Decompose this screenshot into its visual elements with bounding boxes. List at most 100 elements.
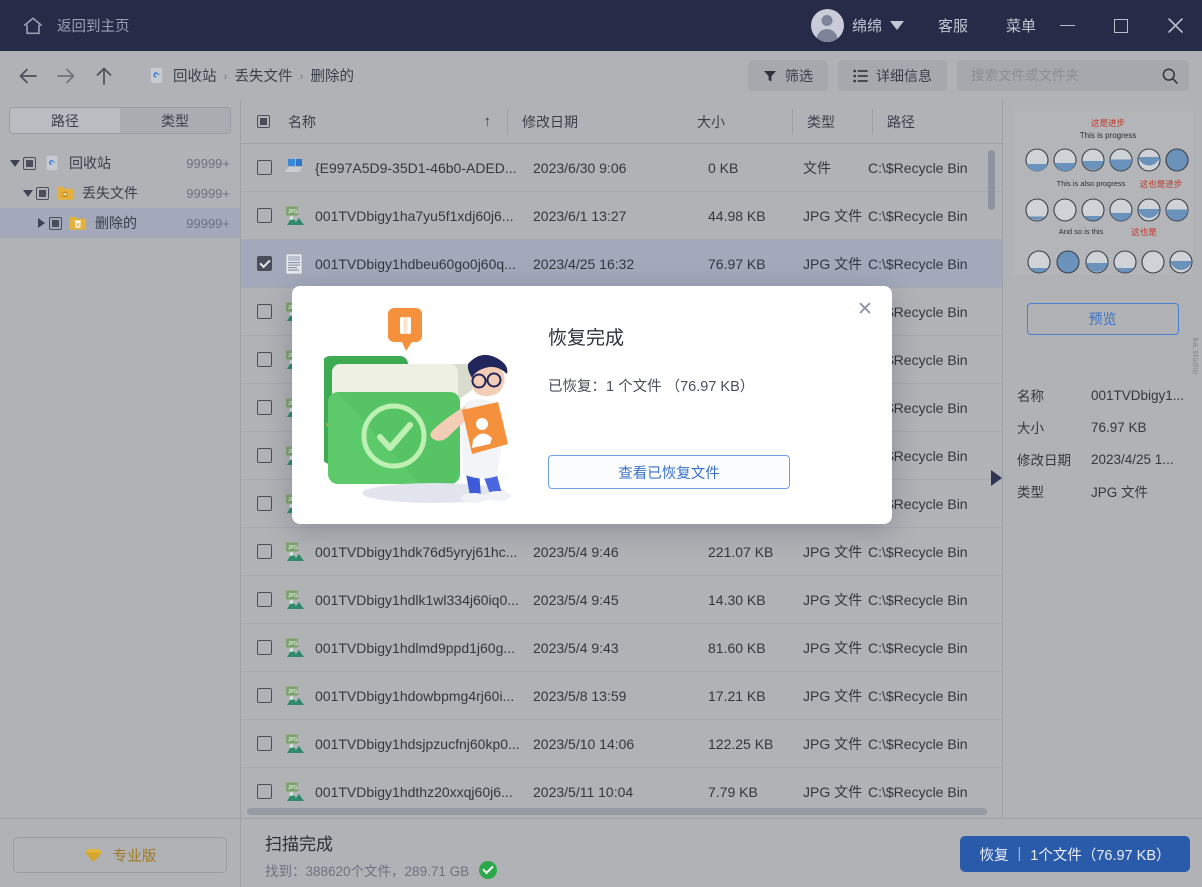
filter-button[interactable]: 筛选 — [748, 60, 828, 91]
user-menu[interactable]: 绵绵 — [811, 9, 904, 42]
table-row[interactable]: JPG001TVDbigy1ha7yu5f1xdj60j6...2023/6/1… — [241, 192, 1002, 240]
cell-type: JPG 文件 — [803, 686, 868, 706]
user-name-label: 绵绵 — [852, 15, 882, 36]
panel-collapse-button[interactable] — [991, 470, 1002, 486]
search-icon[interactable] — [1161, 67, 1179, 85]
row-checkbox[interactable] — [257, 352, 272, 367]
nav-forward-button[interactable] — [47, 57, 85, 95]
dialog-close-button[interactable]: ✕ — [854, 298, 876, 320]
column-header-size[interactable]: 大小 — [697, 112, 792, 132]
row-checkbox[interactable] — [257, 448, 272, 463]
maximize-button[interactable] — [1094, 0, 1148, 51]
windows-file-icon — [283, 157, 305, 179]
table-row[interactable]: {E997A5D9-35D1-46b0-ADED...2023/6/30 9:0… — [241, 144, 1002, 192]
metadata-key: 大小 — [1017, 417, 1091, 437]
vertical-scrollbar-thumb[interactable] — [988, 150, 995, 210]
tree-checkbox[interactable] — [23, 157, 36, 170]
row-checkbox[interactable] — [257, 544, 272, 559]
row-checkbox[interactable] — [257, 688, 272, 703]
table-row[interactable]: JPG001TVDbigy1hdowbpmg4rj60i...2023/5/8 … — [241, 672, 1002, 720]
sidebar-item-deleted[interactable]: 删除的 99999+ — [0, 208, 240, 238]
arrow-up-icon — [95, 66, 113, 86]
cell-type: JPG 文件 — [803, 638, 868, 658]
scan-status-subtitle: 找到：388620个文件，289.71 GB — [265, 860, 497, 880]
table-row[interactable]: 001TVDbigy1hdbeu60go0j60q...2023/4/25 16… — [241, 240, 1002, 288]
row-checkbox[interactable] — [257, 304, 272, 319]
column-header-type[interactable]: 类型 — [807, 112, 872, 132]
pro-version-button[interactable]: 专业版 — [13, 837, 227, 873]
thumb-line3-en: And so is this — [1058, 227, 1103, 236]
table-row[interactable]: JPG001TVDbigy1hdlk1wl334j60iq0...2023/5/… — [241, 576, 1002, 624]
breadcrumb-item-2[interactable]: 删除的 — [311, 65, 355, 86]
nav-back-button[interactable] — [9, 57, 47, 95]
column-header-name[interactable]: 名称 ↑ — [257, 112, 507, 132]
cell-size: 44.98 KB — [708, 208, 803, 224]
cell-size: 76.97 KB — [708, 256, 803, 272]
cell-path: C:\$Recycle Bin — [868, 592, 1002, 608]
title-bar-right: 绵绵 客服 菜单 — [811, 0, 1202, 51]
breadcrumb-item-1[interactable]: 丢失文件 — [235, 65, 293, 86]
horizontal-scrollbar-thumb[interactable] — [247, 808, 987, 815]
row-checkbox[interactable] — [257, 592, 272, 607]
svg-text:JPG: JPG — [288, 641, 298, 647]
nav-up-button[interactable] — [85, 57, 123, 95]
minimize-icon — [1060, 25, 1075, 27]
row-checkbox[interactable] — [257, 736, 272, 751]
twisty-collapsed-icon[interactable] — [33, 218, 49, 228]
row-checkbox[interactable] — [257, 640, 272, 655]
recover-button[interactable]: 恢复 | 1个文件（76.97 KB） — [960, 836, 1190, 872]
row-checkbox[interactable] — [257, 208, 272, 223]
preview-thumbnail[interactable]: 这是进步 This is progress This is also progr… — [1013, 110, 1193, 275]
twisty-expanded-icon[interactable] — [20, 190, 36, 197]
minimize-button[interactable] — [1040, 0, 1094, 51]
menu-button[interactable]: 菜单 — [1002, 9, 1040, 42]
sidebar-item-recycle-bin[interactable]: 回收站 99999+ — [0, 148, 240, 178]
thumb-line1-red: 这是进步 — [1090, 118, 1124, 128]
cell-type: JPG 文件 — [803, 254, 868, 274]
back-to-home-button[interactable]: 返回到主页 — [16, 11, 136, 41]
image-file-icon: JPG — [283, 205, 305, 227]
tree-checkbox[interactable] — [36, 187, 49, 200]
sort-ascending-icon[interactable]: ↑ — [484, 113, 492, 130]
cell-path: C:\$Recycle Bin — [868, 544, 1002, 560]
row-checkbox[interactable] — [257, 784, 272, 799]
sidebar-item-lost-files[interactable]: 丢失文件 99999+ — [0, 178, 240, 208]
table-row[interactable]: JPG001TVDbigy1hdk76d5yryj61hc...2023/5/4… — [241, 528, 1002, 576]
breadcrumb-item-0[interactable]: 回收站 — [173, 65, 217, 86]
cell-date: 2023/6/1 13:27 — [533, 208, 708, 224]
tab-type[interactable]: 类型 — [120, 108, 230, 133]
support-button[interactable]: 客服 — [934, 9, 972, 42]
table-row[interactable]: JPG001TVDbigy1hdlmd9ppd1j60g...2023/5/4 … — [241, 624, 1002, 672]
app-window: 返回到主页 绵绵 客服 菜单 — [0, 0, 1202, 887]
tree-checkbox[interactable] — [49, 217, 62, 230]
table-row[interactable]: JPG001TVDbigy1hdsjpzucfnj60kp0...2023/5/… — [241, 720, 1002, 768]
status-bar: 专业版 扫描完成 找到：388620个文件，289.71 GB 恢复 | 1个文… — [0, 818, 1202, 887]
metadata-value: 001TVDbigy1... — [1091, 388, 1184, 403]
search-input[interactable] — [971, 68, 1161, 83]
header-divider — [792, 109, 793, 135]
folder-success-illustration — [324, 306, 519, 506]
column-header-date[interactable]: 修改日期 — [522, 112, 697, 132]
close-button[interactable] — [1148, 0, 1202, 51]
image-file-icon: JPG — [283, 541, 305, 563]
preview-button[interactable]: 预览 — [1027, 303, 1179, 335]
column-label-name: 名称 — [288, 112, 316, 132]
twisty-expanded-icon[interactable] — [7, 160, 23, 167]
details-button[interactable]: 详细信息 — [838, 60, 947, 91]
row-checkbox[interactable] — [257, 160, 272, 175]
row-checkbox[interactable] — [257, 256, 272, 271]
recovery-complete-dialog: ✕ — [292, 286, 892, 524]
select-all-checkbox[interactable] — [257, 115, 270, 128]
table-row[interactable]: JPG001TVDbigy1hdthz20xxqj60j6...2023/5/1… — [241, 768, 1002, 807]
sidebar-item-count: 99999+ — [186, 186, 230, 201]
column-header-path[interactable]: 路径 — [887, 112, 1002, 132]
metadata-key: 类型 — [1017, 481, 1091, 501]
cell-name: 001TVDbigy1hdlk1wl334j60iq0... — [315, 592, 533, 608]
row-checkbox[interactable] — [257, 496, 272, 511]
tab-path[interactable]: 路径 — [10, 108, 120, 133]
search-box[interactable] — [957, 60, 1189, 91]
svg-text:JPG: JPG — [288, 785, 298, 791]
row-checkbox[interactable] — [257, 400, 272, 415]
view-recovered-files-button[interactable]: 查看已恢复文件 — [548, 455, 790, 489]
title-bar: 返回到主页 绵绵 客服 菜单 — [0, 0, 1202, 51]
